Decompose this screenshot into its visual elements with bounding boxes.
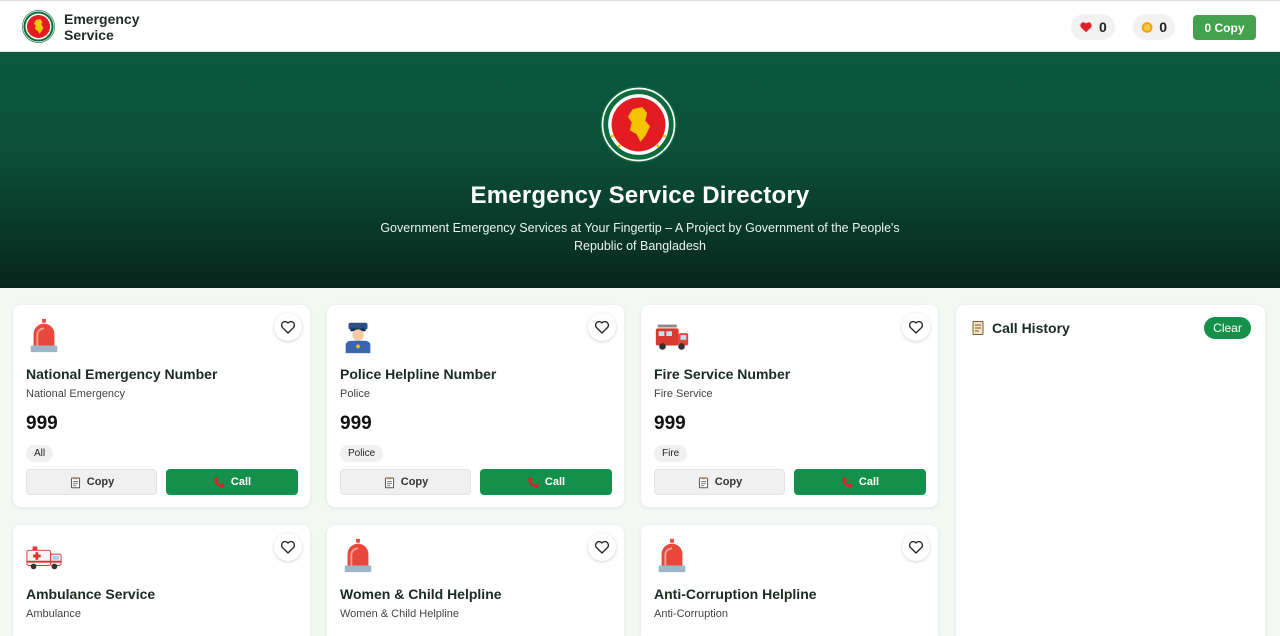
brand-line1: Emergency xyxy=(64,10,140,27)
copy-button[interactable]: Copy xyxy=(26,469,157,495)
card-subtitle: Women & Child Helpline xyxy=(340,608,460,620)
call-button[interactable]: Call xyxy=(166,469,298,495)
service-card-police: Police Helpline Number Police 999 Police… xyxy=(327,305,624,507)
government-seal-icon xyxy=(600,86,677,163)
copy-count-button[interactable]: 0 Copy xyxy=(1193,15,1256,40)
scroll-icon xyxy=(972,321,984,335)
favorite-button[interactable] xyxy=(274,533,302,561)
heart-outline-icon xyxy=(279,318,297,336)
call-button[interactable]: Call xyxy=(794,469,926,495)
service-card-women-child: Women & Child Helpline Women & Child Hel… xyxy=(327,525,624,636)
service-card-fire: Fire Service Number Fire Service 999 Fir… xyxy=(641,305,938,507)
heart-count: 0 xyxy=(1099,19,1107,35)
siren-icon xyxy=(25,317,63,355)
hero-title: Emergency Service Directory xyxy=(470,182,810,209)
brand[interactable]: Emergency Service xyxy=(22,10,144,43)
favorite-button[interactable] xyxy=(902,533,930,561)
card-subtitle: Anti-Corruption xyxy=(654,608,728,620)
government-seal-icon xyxy=(22,10,55,43)
card-title: Police Helpline Number xyxy=(340,366,497,382)
copy-button[interactable]: Copy xyxy=(654,469,785,495)
heart-outline-icon xyxy=(279,538,297,556)
category-tag: Police xyxy=(340,445,384,462)
copy-button[interactable]: Copy xyxy=(340,469,471,495)
heart-outline-icon xyxy=(907,318,925,336)
heart-outline-icon xyxy=(907,538,925,556)
clipboard-icon xyxy=(697,476,710,489)
card-title: Women & Child Helpline xyxy=(340,586,502,602)
heart-outline-icon xyxy=(593,538,611,556)
favorite-button[interactable] xyxy=(902,313,930,341)
card-title: National Emergency Number xyxy=(26,366,218,382)
heart-outline-icon xyxy=(593,318,611,336)
favorite-button[interactable] xyxy=(274,313,302,341)
phone-icon xyxy=(841,476,854,489)
service-card-national-emergency: National Emergency Number National Emerg… xyxy=(13,305,310,507)
siren-icon xyxy=(339,537,377,575)
card-title: Anti-Corruption Helpline xyxy=(654,586,817,602)
coin-count: 0 xyxy=(1159,19,1167,35)
clear-history-button[interactable]: Clear xyxy=(1204,317,1251,339)
card-title: Fire Service Number xyxy=(654,366,791,382)
copy-label: Copy xyxy=(714,476,743,488)
card-number: 999 xyxy=(340,413,372,434)
hero-subtitle: Government Emergency Services at Your Fi… xyxy=(380,221,900,253)
brand-name: Emergency Service xyxy=(64,11,144,43)
clipboard-icon xyxy=(383,476,396,489)
clipboard-icon xyxy=(69,476,82,489)
call-history-title: Call History xyxy=(992,320,1070,336)
call-label: Call xyxy=(858,476,880,488)
category-tag: Fire xyxy=(654,445,688,462)
coin-counter: 0 xyxy=(1133,14,1175,40)
hero-banner: Emergency Service Directory Government E… xyxy=(0,52,1280,288)
coin-icon xyxy=(1141,21,1153,33)
favorite-button[interactable] xyxy=(588,533,616,561)
call-history-panel: Call History Clear xyxy=(956,305,1265,636)
heart-counter: 0 xyxy=(1071,14,1115,40)
call-history-header: Call History xyxy=(970,320,1070,336)
card-subtitle: Fire Service xyxy=(654,388,713,400)
heart-icon xyxy=(1080,22,1092,33)
call-label: Call xyxy=(544,476,566,488)
phone-icon xyxy=(527,476,540,489)
card-title: Ambulance Service xyxy=(26,586,156,602)
category-tag: All xyxy=(26,445,54,462)
card-number: 999 xyxy=(26,413,58,434)
call-button[interactable]: Call xyxy=(480,469,612,495)
service-card-ambulance: Ambulance Service Ambulance xyxy=(13,525,310,636)
police-icon xyxy=(339,317,377,355)
card-number: 999 xyxy=(654,413,686,434)
phone-icon xyxy=(213,476,226,489)
call-label: Call xyxy=(230,476,252,488)
copy-label: Copy xyxy=(400,476,429,488)
siren-icon xyxy=(653,537,691,575)
ambulance-icon xyxy=(25,537,63,575)
card-subtitle: Police xyxy=(340,388,370,400)
service-card-anti-corruption: Anti-Corruption Helpline Anti-Corruption xyxy=(641,525,938,636)
navbar: Emergency Service 0 0 0 Copy xyxy=(0,0,1280,52)
copy-label: Copy xyxy=(86,476,115,488)
favorite-button[interactable] xyxy=(588,313,616,341)
card-subtitle: Ambulance xyxy=(26,608,82,620)
brand-line2: Service xyxy=(64,26,114,43)
card-subtitle: National Emergency xyxy=(26,388,126,400)
fire-truck-icon xyxy=(653,317,691,355)
